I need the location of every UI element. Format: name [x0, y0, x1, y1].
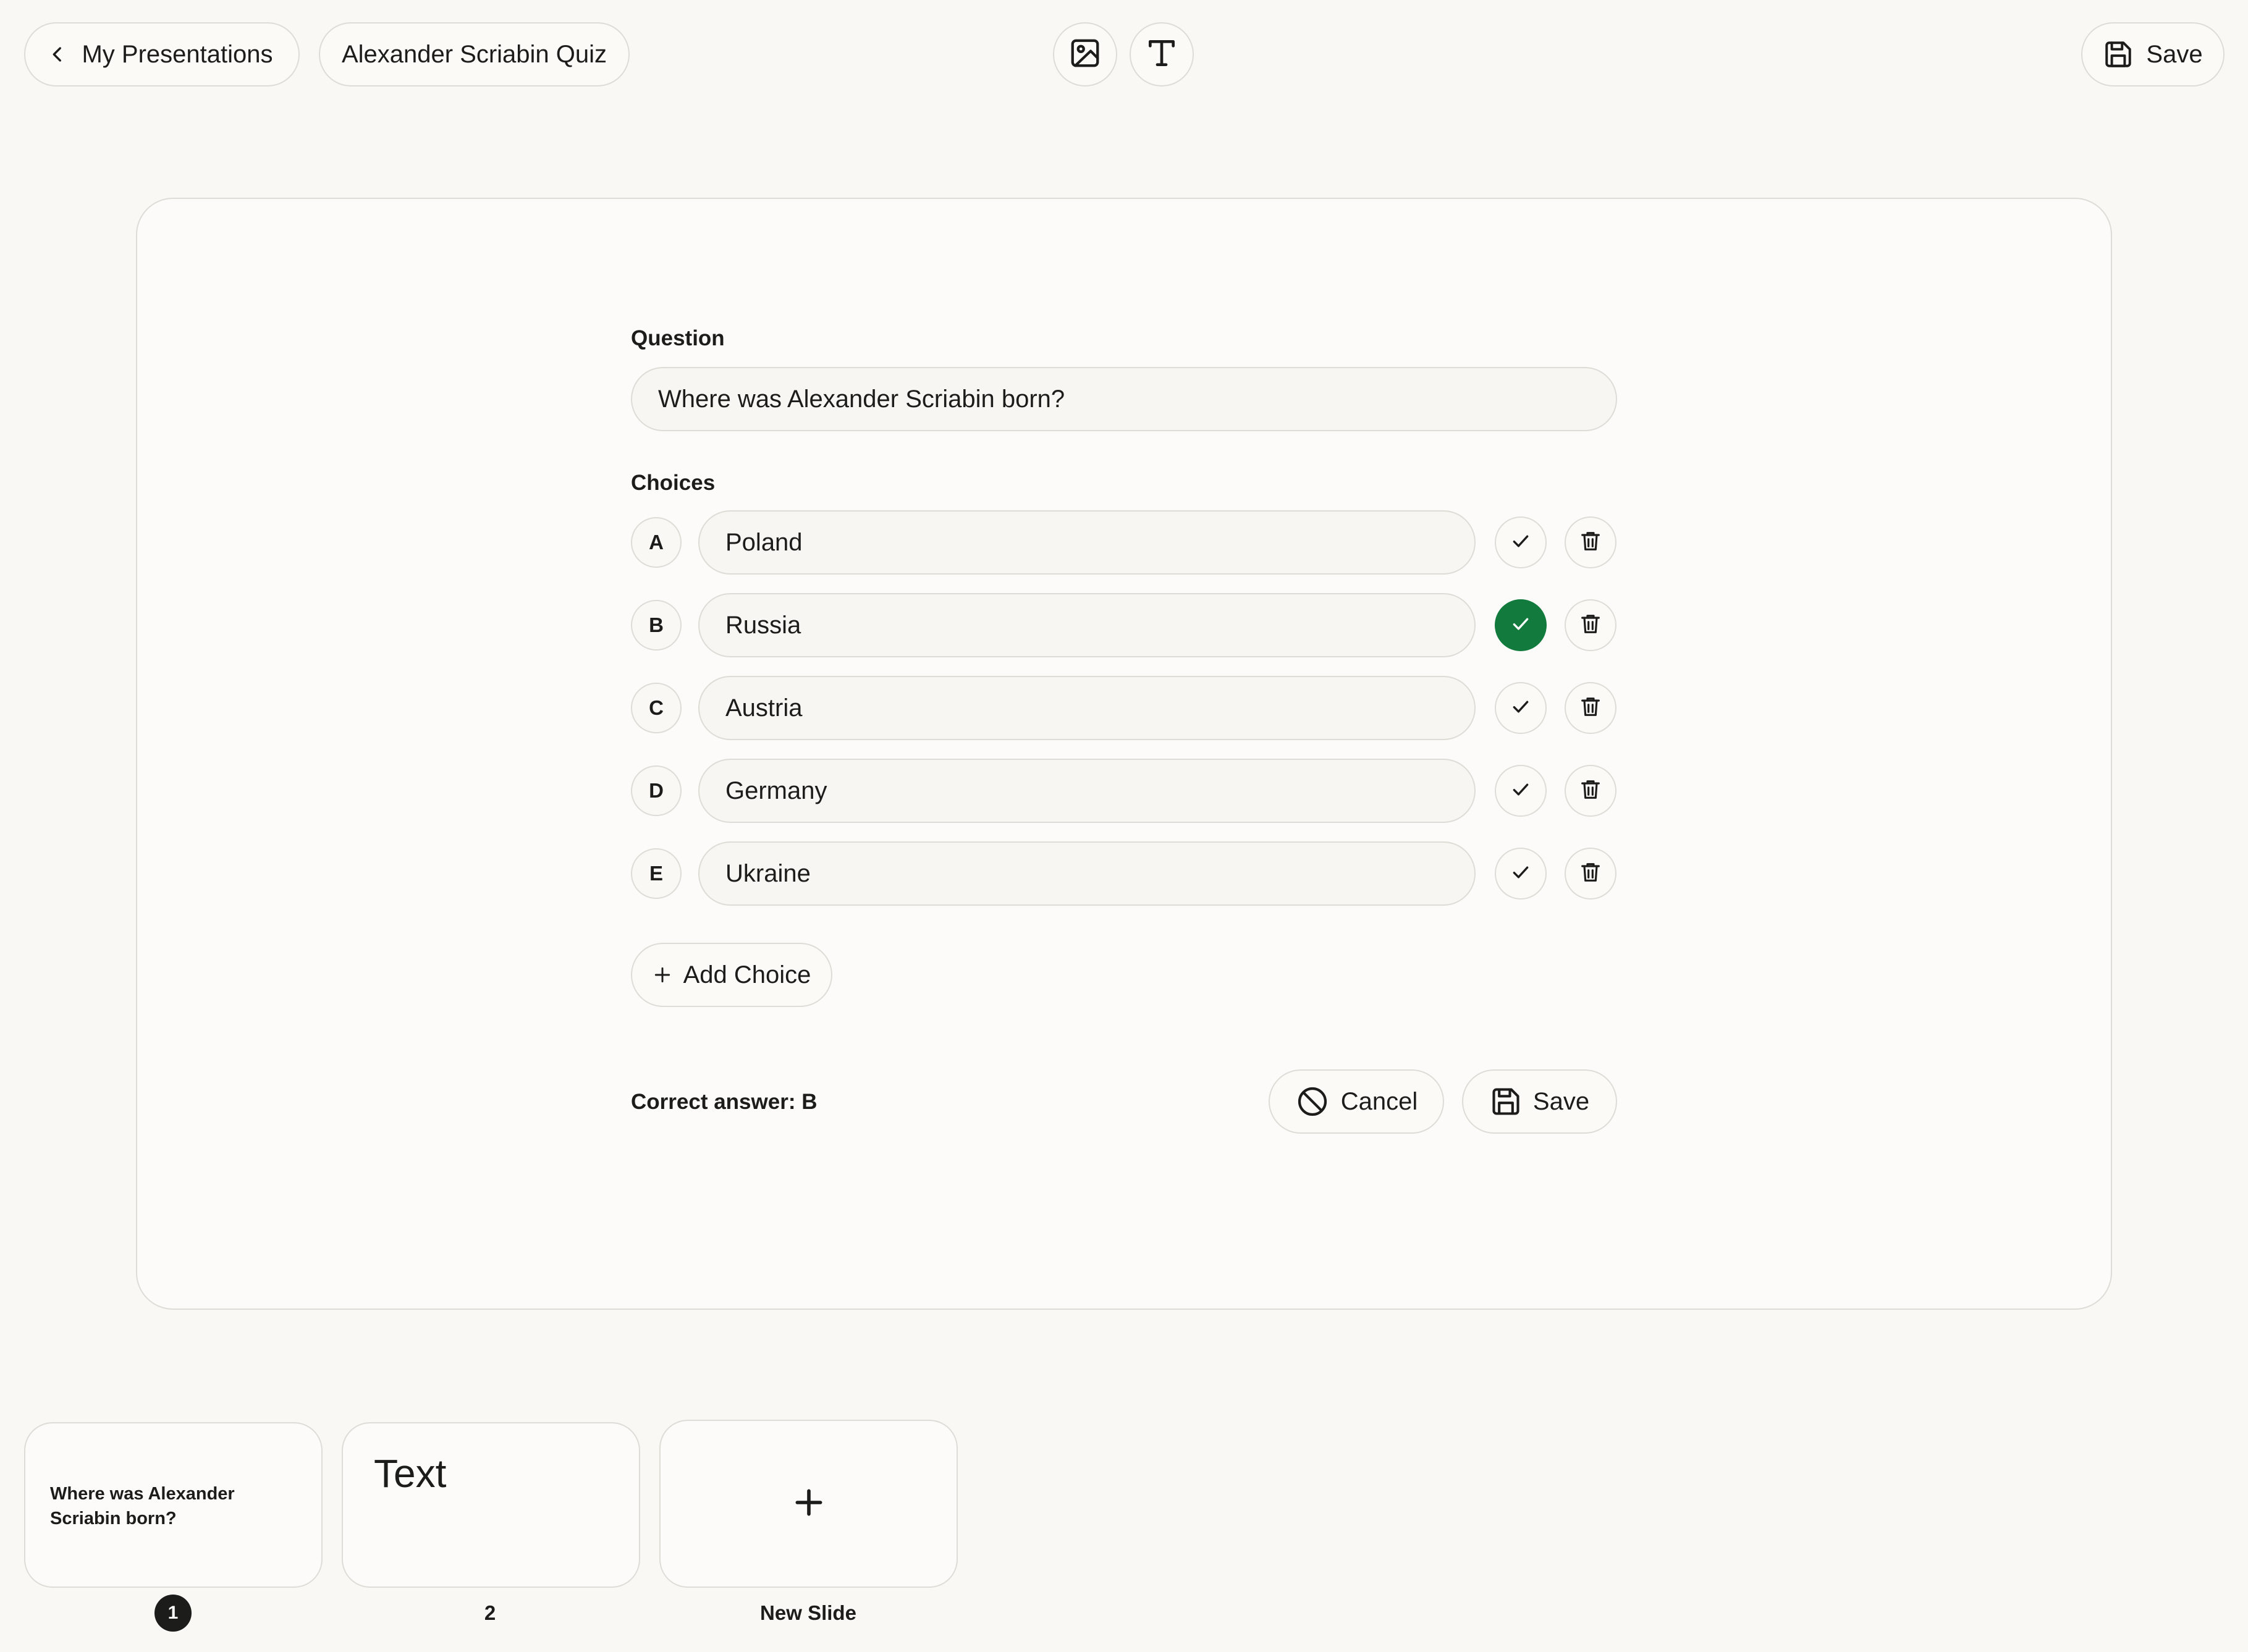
save-question-label: Save — [1532, 1087, 1590, 1115]
choice-value-a: Poland — [725, 528, 803, 556]
slide-number-2: 2 — [484, 1601, 496, 1624]
choice-value-d: Germany — [725, 777, 827, 804]
mark-correct-button-a[interactable] — [1495, 516, 1547, 568]
delete-choice-button-e[interactable] — [1565, 848, 1616, 900]
choice-input-d[interactable]: Germany — [698, 759, 1476, 823]
trash-icon — [1578, 777, 1603, 805]
slide-number-1: 1 — [154, 1595, 192, 1632]
question-label: Question — [631, 326, 725, 350]
choice-input-b[interactable]: Russia — [698, 593, 1476, 657]
trash-icon — [1578, 694, 1603, 722]
insert-image-button[interactable] — [1053, 22, 1117, 86]
save-question-button[interactable]: Save — [1462, 1069, 1617, 1134]
choice-letter-d: D — [631, 765, 682, 816]
choice-letter-b: B — [631, 600, 682, 651]
save-icon — [1490, 1085, 1522, 1118]
choice-input-c[interactable]: Austria — [698, 676, 1476, 740]
delete-choice-button-a[interactable] — [1565, 516, 1616, 568]
slide-thumbnail-2[interactable]: Text — [342, 1422, 640, 1588]
choice-input-e[interactable]: Ukraine — [698, 841, 1476, 906]
mark-correct-button-b[interactable] — [1495, 599, 1547, 651]
question-input[interactable]: Where was Alexander Scriabin born? — [631, 367, 1617, 431]
save-presentation-label: Save — [2146, 40, 2203, 68]
presentation-title: Alexander Scriabin Quiz — [341, 40, 607, 68]
choice-value-e: Ukraine — [725, 859, 811, 887]
mark-correct-button-e[interactable] — [1495, 848, 1547, 900]
mark-correct-button-c[interactable] — [1495, 682, 1547, 734]
check-icon — [1510, 862, 1531, 886]
plus-icon — [653, 965, 672, 985]
correct-answer-text: Correct answer: B — [631, 1090, 818, 1114]
text-icon — [1144, 36, 1179, 74]
image-icon — [1068, 36, 1102, 73]
choices-label: Choices — [631, 471, 716, 495]
choice-letter-c: C — [631, 683, 682, 733]
choice-letter-a: A — [631, 517, 682, 568]
trash-icon — [1578, 860, 1603, 888]
presentation-title-button[interactable]: Alexander Scriabin Quiz — [319, 22, 630, 86]
choice-value-b: Russia — [725, 611, 801, 639]
app-root: My Presentations Alexander Scriabin Quiz — [0, 0, 2248, 1652]
cancel-label: Cancel — [1340, 1087, 1418, 1115]
check-icon — [1510, 613, 1531, 638]
ban-icon — [1295, 1084, 1330, 1119]
trash-icon — [1578, 612, 1603, 639]
save-icon — [2103, 39, 2134, 70]
back-to-presentations-button[interactable]: My Presentations — [24, 22, 300, 86]
save-presentation-button[interactable]: Save — [2081, 22, 2225, 86]
new-slide-button[interactable] — [659, 1420, 958, 1588]
question-input-value: Where was Alexander Scriabin born? — [658, 385, 1065, 413]
add-choice-label: Add Choice — [683, 961, 811, 988]
insert-text-button[interactable] — [1130, 22, 1194, 86]
cancel-button[interactable]: Cancel — [1269, 1069, 1444, 1134]
slide-editor-card — [136, 198, 2112, 1310]
check-icon — [1510, 531, 1531, 555]
back-button-label: My Presentations — [82, 40, 273, 68]
delete-choice-button-c[interactable] — [1565, 682, 1616, 734]
chevron-left-icon — [47, 44, 68, 65]
choice-value-c: Austria — [725, 694, 803, 722]
trash-icon — [1578, 529, 1603, 557]
mark-correct-button-d[interactable] — [1495, 765, 1547, 817]
slide-thumbnail-1[interactable]: Where was Alexander Scriabin born? — [24, 1422, 323, 1588]
delete-choice-button-d[interactable] — [1565, 765, 1616, 817]
new-slide-label: New Slide — [760, 1601, 856, 1624]
choice-letter-e: E — [631, 848, 682, 899]
check-icon — [1510, 696, 1531, 720]
delete-choice-button-b[interactable] — [1565, 599, 1616, 651]
choice-input-a[interactable]: Poland — [698, 510, 1476, 575]
check-icon — [1510, 779, 1531, 803]
slide-thumbnail-1-preview: Where was Alexander Scriabin born? — [50, 1484, 235, 1528]
add-choice-button[interactable]: Add Choice — [631, 943, 832, 1007]
slide-thumbnail-2-preview: Text — [374, 1451, 447, 1496]
plus-icon — [792, 1485, 826, 1523]
